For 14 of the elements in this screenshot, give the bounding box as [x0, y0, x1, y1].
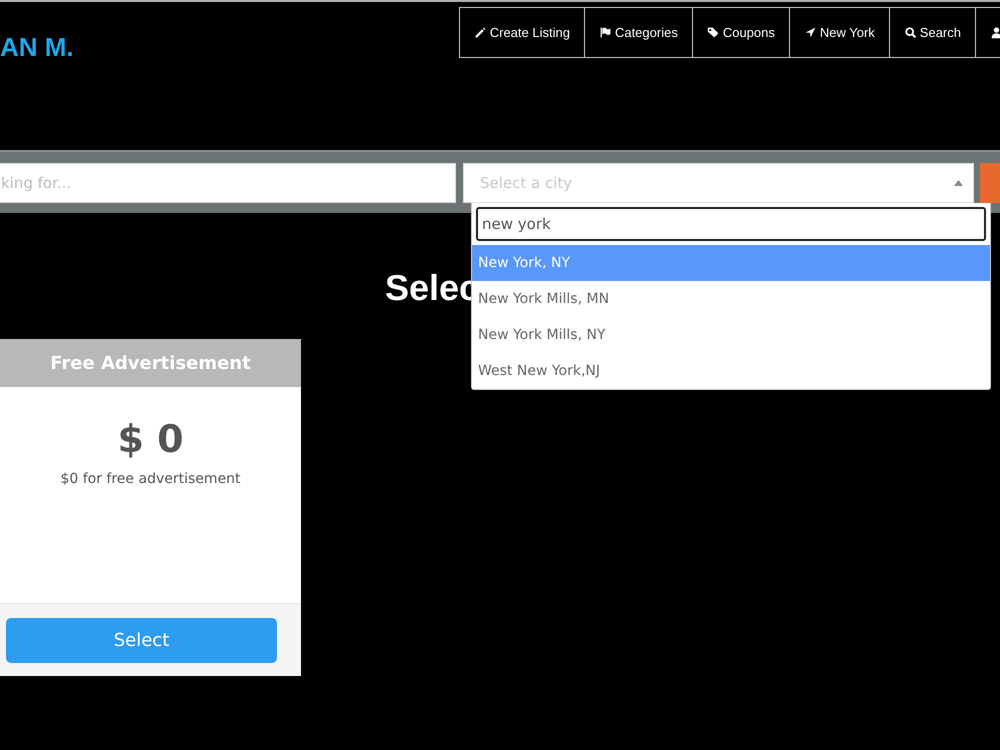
- city-option[interactable]: New York Mills, NY: [472, 317, 990, 353]
- city-search-field[interactable]: new york: [476, 207, 986, 241]
- logo: AN M.: [0, 32, 74, 63]
- nav-button[interactable]: Create Listing: [458, 7, 585, 58]
- city-option[interactable]: West New York,NJ: [472, 353, 990, 389]
- city-option[interactable]: New York Mills, MN: [472, 281, 990, 317]
- keyword-field[interactable]: king for...: [0, 163, 456, 203]
- plan-description: $0 for free advertisement: [60, 471, 241, 487]
- nav-button[interactable]: Search: [888, 7, 976, 58]
- nav-button[interactable]: Categories: [584, 7, 693, 58]
- plan-title: Free Advertisement: [0, 339, 301, 387]
- nav-button[interactable]: New York: [788, 7, 890, 58]
- nav-button[interactable]: Coupons: [692, 7, 790, 58]
- plan-price: $ 0: [117, 417, 184, 461]
